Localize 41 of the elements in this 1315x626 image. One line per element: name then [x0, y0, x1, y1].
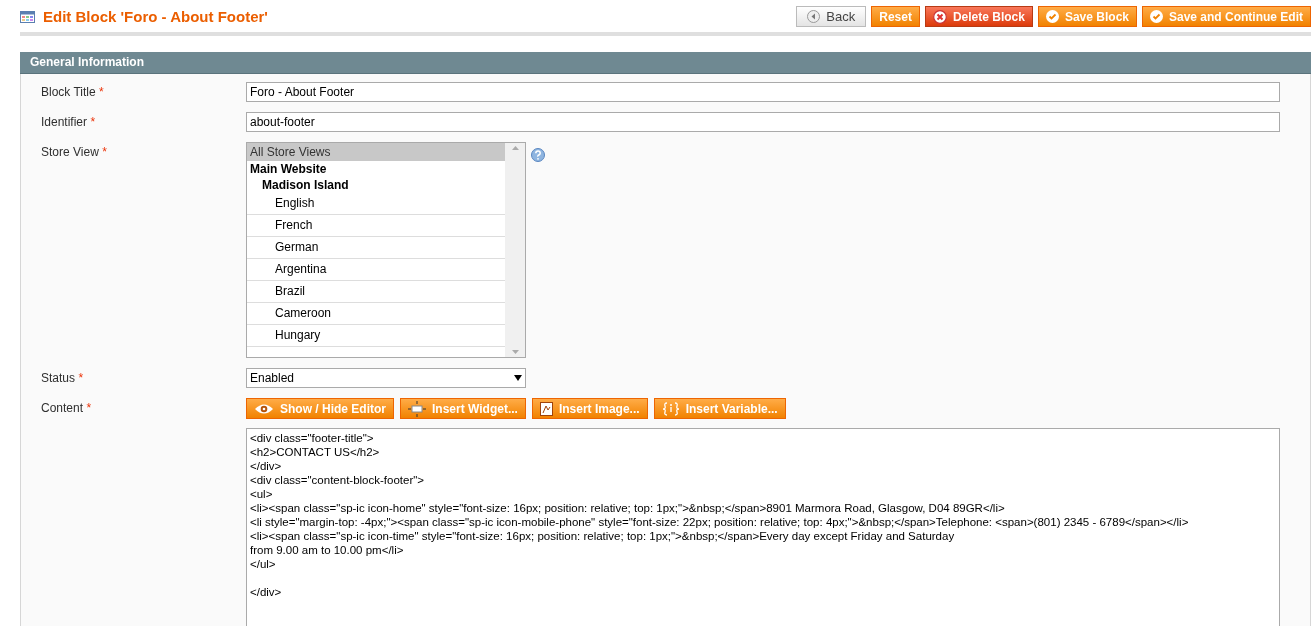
required-mark: * [78, 371, 84, 385]
field-label: Identifier [41, 115, 88, 129]
page-title: Edit Block 'Foro - About Footer' [43, 8, 268, 25]
required-mark: * [102, 145, 107, 159]
eye-icon [254, 402, 274, 415]
field-label: Block Title [41, 85, 96, 99]
status-dropdown[interactable]: Enabled [246, 368, 526, 388]
store-option[interactable]: Hungary [247, 325, 505, 347]
store-option[interactable]: Argentina [247, 259, 505, 281]
store-option[interactable]: English [247, 193, 505, 215]
required-mark: * [86, 401, 92, 415]
image-icon [539, 401, 553, 416]
field-label: Content [41, 401, 84, 415]
option-group-label: Main Website [249, 161, 328, 177]
required-mark: * [90, 115, 96, 129]
store-option[interactable]: French [247, 215, 505, 237]
store-view-list[interactable]: All Store Views Main Website Madison Island English French German Argentina Brazil Cameroon Hungary [246, 142, 526, 358]
delete-button[interactable]: Delete Block [924, 6, 1033, 27]
close-icon [932, 9, 947, 24]
dropdown-arrow-icon [514, 375, 522, 381]
scroll-down-icon[interactable] [511, 350, 519, 354]
widget-icon [408, 400, 426, 417]
text-field[interactable]: about-footer [246, 112, 1280, 132]
field-label: Status [41, 371, 76, 385]
help-icon[interactable] [531, 148, 545, 162]
check-icon [1150, 10, 1163, 23]
grid-icon [20, 10, 35, 23]
check-icon [1045, 10, 1059, 23]
back-button[interactable]: Back [796, 6, 867, 27]
store-option[interactable]: All Store Views [247, 143, 505, 161]
required-mark: * [99, 85, 104, 99]
scroll-up-icon[interactable] [511, 146, 519, 150]
content-field[interactable]: <div class="footer-title"> <h2>CONTACT US</h2> </div> <div class="content-block-footer"> <ul> <li><span class="sp-ic icon-home" style="font-size: 16px; position: relative; top: 1px;">&nbsp;</span>8901 Marmora Road, Glasgow, D04 89GR</li> <li style="margin-top: -4px;"><span class="sp-ic icon-mobile-phone" style="font-size: 22px; position: relative; top: 4px;">&nbsp;</span>Telephone: <span>(801) 2345 - 6789</span></li> <li><span class="sp-ic icon-time" style="font-size: 16px; position: relative; top: 1px;">&nbsp;</span>Every day except Friday and Saturday from 9.00 am to 10.00 pm</li> </ul> </div> [246, 428, 1280, 626]
section-header: General Information [20, 52, 1311, 74]
field-label: Store View [41, 145, 99, 159]
store-option[interactable]: Cameroon [247, 303, 505, 325]
store-option[interactable]: Brazil [247, 281, 505, 303]
variable-icon [661, 401, 680, 416]
store-option[interactable]: German [247, 237, 505, 259]
option-group-label: Madison Island [261, 177, 350, 193]
text-field[interactable]: Foro - About Footer [246, 82, 1280, 102]
